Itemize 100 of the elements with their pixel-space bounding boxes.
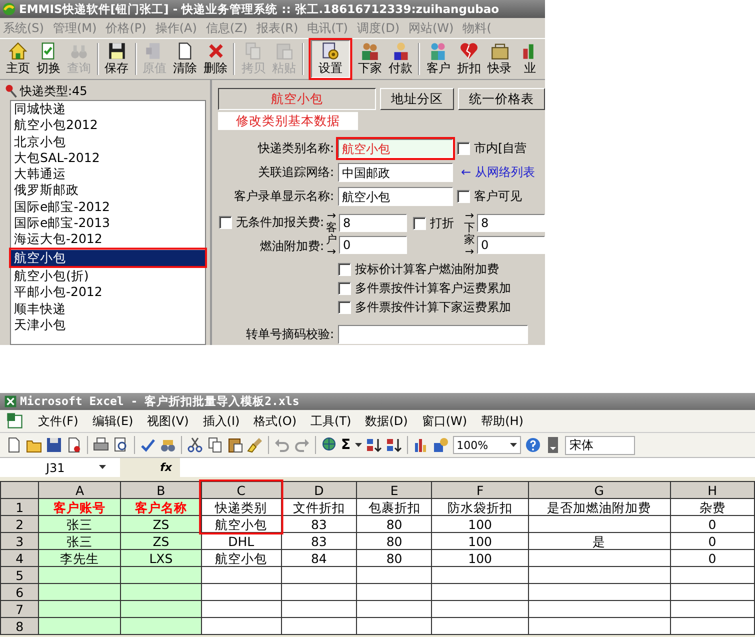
shapes-icon[interactable] [432, 437, 449, 453]
input-field[interactable] [338, 325, 528, 344]
sort-ascending-icon[interactable] [366, 437, 382, 453]
column-header[interactable]: H [670, 482, 754, 498]
toolbar-button[interactable]: 切换 [34, 40, 64, 78]
printer-icon[interactable] [93, 437, 109, 453]
column-header[interactable]: C [201, 482, 282, 498]
row-header[interactable]: 1 [0, 498, 39, 516]
toolbar-button[interactable]: 保存 [102, 40, 132, 78]
globe-icon[interactable] [321, 437, 337, 453]
logo-icon [2, 2, 16, 16]
list-item[interactable]: 航空小包 [11, 250, 205, 266]
copy-icon[interactable] [207, 437, 223, 453]
row-header[interactable]: 3 [0, 532, 39, 550]
caret-icon[interactable] [354, 442, 362, 448]
menu-item[interactable]: 格式(O) [254, 412, 297, 430]
tab[interactable]: 统一价格表 [458, 88, 545, 110]
row-header[interactable]: 4 [0, 550, 39, 566]
table-cell: ZS [120, 532, 202, 550]
undo-icon[interactable] [274, 437, 290, 453]
row-header[interactable]: 6 [0, 584, 39, 600]
menu-item[interactable]: 编辑(E) [92, 412, 134, 430]
list-item[interactable]: 海运大包-2012 [11, 231, 205, 248]
input-field[interactable]: 8 [477, 214, 545, 232]
list-item[interactable]: 国际e邮宝-2013 [11, 215, 205, 232]
checkbox[interactable] [338, 263, 351, 276]
list-item[interactable]: 北京小包 [11, 134, 205, 150]
column-header[interactable]: A [38, 482, 121, 498]
checkbox[interactable] [457, 142, 470, 155]
checkbox[interactable] [413, 217, 426, 230]
row-header[interactable]: 5 [0, 566, 39, 584]
scissors-icon[interactable] [187, 437, 203, 453]
checkbox[interactable] [457, 190, 470, 203]
binoculars-icon[interactable] [160, 437, 176, 453]
toolbar-button[interactable]: 下家 [355, 40, 385, 78]
list-item[interactable]: 天津小包 [11, 316, 205, 334]
toolbar-button[interactable]: 设置 [310, 40, 350, 78]
bar-chart-icon[interactable] [412, 437, 429, 453]
menu-item[interactable]: 窗口(W) [422, 412, 468, 430]
column-header[interactable]: F [432, 482, 528, 498]
help-icon[interactable] [524, 437, 541, 453]
list-item[interactable]: 航空小包(折) [11, 268, 205, 284]
row-header[interactable]: 2 [0, 516, 39, 532]
zoom-dropdown[interactable]: 100% [452, 436, 521, 454]
corner-cell[interactable] [0, 482, 39, 498]
toolbar-button[interactable]: 清除 [170, 40, 200, 78]
column-header[interactable]: D [281, 482, 357, 498]
input-field[interactable]: 8 [339, 214, 407, 232]
column-header[interactable]: E [356, 482, 432, 498]
toolbar-button[interactable]: 折扣 [454, 40, 484, 78]
checkbox[interactable] [338, 282, 351, 295]
input-field[interactable]: 0 [477, 236, 545, 254]
menu-item[interactable]: 文件(F) [38, 412, 78, 430]
input-field[interactable]: 中国邮政 [338, 163, 453, 182]
checkbox[interactable] [218, 216, 232, 228]
column-header[interactable]: G [528, 482, 670, 498]
list-item[interactable]: 航空小包2012 [11, 117, 205, 134]
toolbar-button[interactable]: 快录 [484, 40, 514, 78]
list-item[interactable]: 平邮小包-2012 [11, 284, 205, 301]
sort-descending-icon[interactable] [386, 437, 402, 453]
list-item[interactable]: 国际e邮宝-2012 [11, 198, 205, 216]
toolbar-button[interactable]: 业 [515, 40, 545, 78]
menu-item[interactable]: 视图(V) [147, 412, 189, 430]
toolbar-button[interactable]: 付款 [386, 40, 416, 78]
redo-icon[interactable] [294, 437, 310, 453]
font-dropdown[interactable]: 宋体 [564, 436, 635, 454]
magnifier-icon[interactable] [113, 437, 129, 453]
list-item[interactable]: 大韩通运 [11, 166, 205, 182]
toolbar-button[interactable]: 客户 [423, 40, 454, 78]
sum-button[interactable]: Σ [341, 437, 351, 453]
list-item[interactable]: 顺丰快递 [11, 300, 205, 317]
row-header[interactable]: 8 [0, 618, 39, 634]
table-cell: 包裹折扣 [356, 498, 432, 516]
document-icon[interactable] [6, 437, 22, 453]
list-item[interactable]: 同城快递 [11, 101, 205, 118]
brush-icon[interactable] [247, 437, 263, 453]
menu-item[interactable]: 插入(I) [202, 412, 240, 430]
column-header[interactable]: B [120, 482, 202, 498]
checkbox-label: 多件票按件计算客户运费累加 [355, 280, 511, 297]
input-field[interactable]: 航空小包 [338, 139, 453, 158]
row-header[interactable]: 7 [0, 600, 39, 618]
checkbox[interactable] [338, 301, 351, 314]
list-item[interactable]: 俄罗斯邮政 [11, 182, 205, 199]
menu-item[interactable]: 数据(D) [365, 412, 408, 430]
section-tab[interactable]: 修改类别基本数据 [218, 112, 358, 130]
floppy-icon[interactable] [46, 437, 62, 453]
tab[interactable]: 地址分区 [380, 88, 454, 110]
clipboard-icon[interactable] [227, 437, 243, 453]
menu-item[interactable]: 帮助(H) [481, 412, 524, 430]
input-field[interactable]: 0 [339, 236, 407, 254]
menu-item[interactable]: 工具(T) [310, 412, 352, 430]
toolbar-button[interactable]: 删除 [200, 40, 230, 78]
link[interactable]: ← 从网络列表 [461, 164, 535, 181]
check-icon[interactable] [140, 437, 156, 453]
table-cell: 100 [432, 550, 528, 566]
document-icon[interactable] [66, 437, 82, 453]
input-field[interactable]: 航空小包 [338, 187, 453, 206]
name-box[interactable]: J31 [0, 459, 120, 476]
toolbar-button[interactable]: 主页 [3, 40, 33, 78]
list-item[interactable]: 大包SAL-2012 [11, 150, 205, 166]
